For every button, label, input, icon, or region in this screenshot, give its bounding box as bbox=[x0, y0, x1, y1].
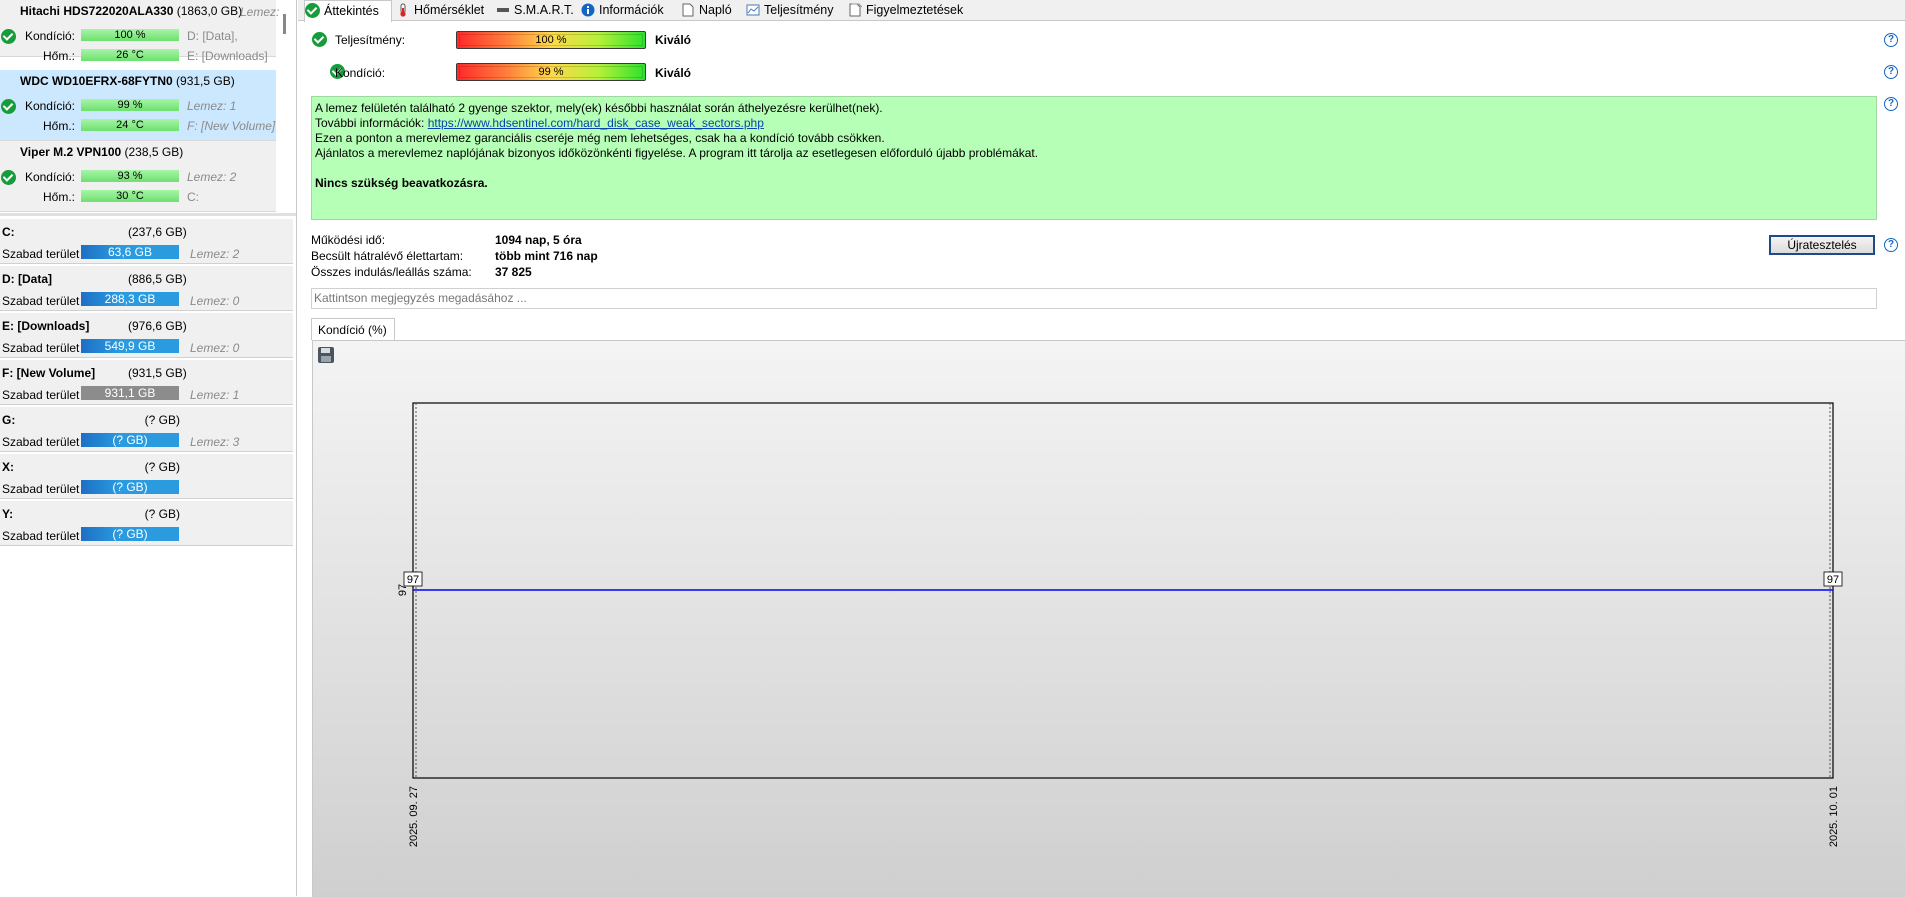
x-tick-label: 2025. 09. 27 bbox=[408, 786, 420, 847]
health-chart: 97 97972025. 09. 27 2025. 10. 01 bbox=[397, 402, 1843, 847]
x-tick-label: 2025. 10. 01 bbox=[1828, 786, 1840, 847]
data-label: 97 bbox=[1827, 574, 1839, 586]
y-tick-label: 97 bbox=[397, 584, 409, 596]
